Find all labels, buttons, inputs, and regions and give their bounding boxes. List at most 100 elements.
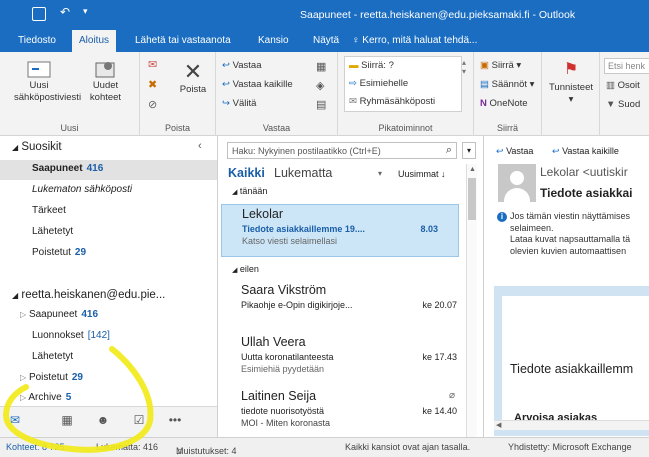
sort-button[interactable]: Uusimmat ↓ bbox=[398, 169, 446, 179]
arrow-envelope-icon: ⇨ bbox=[349, 78, 357, 89]
quick-step-team-email[interactable]: ✉ Ryhmäsähköposti bbox=[349, 96, 435, 108]
reply-all-button[interactable]: ↩ Vastaa kaikille bbox=[222, 79, 293, 91]
window-title: Saapuneet - reetta.heiskanen@edu.pieksam… bbox=[300, 9, 576, 21]
message-date: 8.03 bbox=[420, 224, 438, 234]
email-body-content: Tiedote asiakkaillemm Arvoisa asiakas bbox=[502, 296, 649, 426]
collapse-triangle-icon: ◢ bbox=[232, 189, 238, 196]
filter-dropdown-icon[interactable]: ▾ bbox=[378, 169, 382, 178]
message-sender: Ullah Veera bbox=[241, 335, 306, 349]
message-subject: Tiedote asiakkaillemme 19.... bbox=[242, 224, 365, 234]
group-label-new: Uusi bbox=[60, 123, 79, 133]
message-sender: Saara Vikström bbox=[241, 283, 327, 297]
group-label-respond: Vastaa bbox=[262, 123, 291, 133]
tab-file[interactable]: Tiedosto bbox=[18, 35, 56, 46]
collapse-pane-icon[interactable]: ‹ bbox=[198, 140, 202, 152]
message-preview: Katso viesti selaimellasi bbox=[242, 236, 338, 246]
group-header-today[interactable]: ◢ tänään bbox=[232, 186, 267, 196]
new-email-button[interactable]: Uusi sähköpostiviesti bbox=[14, 58, 81, 104]
fav-item-unread[interactable]: Lukematon sähköposti bbox=[0, 181, 217, 201]
address-book-icon: ▥ bbox=[606, 80, 615, 91]
delete-button[interactable]: ✕ Poista bbox=[174, 60, 212, 96]
outlook-app-icon[interactable] bbox=[32, 7, 46, 21]
cleanup-icon[interactable]: ✖ bbox=[148, 78, 157, 91]
new-items-button[interactable]: Uudet kohteet bbox=[78, 58, 133, 104]
folder-icon: ▬ bbox=[349, 60, 359, 71]
quick-steps-gallery: ▬ Siirrä: ? ⇨ Esimiehelle ✉ Ryhmäsähköpo… bbox=[344, 56, 462, 112]
list-item[interactable]: Ullah Veera Uutta koronatilanteesta Esim… bbox=[221, 333, 459, 385]
fav-item-important[interactable]: Tärkeet bbox=[0, 202, 217, 222]
tags-button[interactable]: ⚑ Tunnisteet ▾ bbox=[544, 58, 598, 106]
status-sync: Kaikki kansiot ovat ajan tasalla. bbox=[345, 442, 471, 452]
im-icon[interactable]: ◈ bbox=[316, 79, 324, 92]
rules-button[interactable]: ▤ Säännöt ▾ bbox=[480, 79, 534, 91]
reading-reply-button[interactable]: ↩ Vastaa bbox=[496, 146, 533, 157]
scroll-left-icon[interactable]: ◀ bbox=[496, 421, 501, 429]
message-date: ke 14.40 bbox=[422, 406, 457, 416]
expand-triangle-icon: ▷ bbox=[20, 310, 27, 319]
sort-arrow-icon: ↓ bbox=[441, 169, 446, 179]
sender-avatar bbox=[498, 164, 536, 202]
meeting-icon[interactable]: ▦ bbox=[316, 60, 326, 73]
group-header-yesterday[interactable]: ◢ eilen bbox=[232, 264, 259, 274]
fav-item-inbox[interactable]: Saapuneet 416 bbox=[0, 160, 217, 180]
email-body-frame: Tiedote asiakkaillemm Arvoisa asiakas bbox=[494, 286, 649, 436]
tab-home[interactable]: Aloitus bbox=[72, 30, 117, 52]
tab-send-receive[interactable]: Lähetä tai vastaanota bbox=[135, 35, 231, 46]
filter-all-tab[interactable]: Kaikki bbox=[228, 166, 265, 180]
onenote-button[interactable]: N OneNote bbox=[480, 98, 528, 110]
message-date: ke 20.07 bbox=[422, 300, 457, 310]
search-icon: ⌕ bbox=[445, 144, 452, 156]
filter-unread-tab[interactable]: Lukematta bbox=[274, 166, 332, 180]
ribbon-group-tags: ⚑ Tunnisteet ▾ bbox=[542, 52, 600, 136]
new-items-icon bbox=[95, 62, 114, 78]
scroll-thumb[interactable] bbox=[468, 178, 476, 220]
quick-access-dropdown-icon[interactable]: ▾ bbox=[83, 6, 88, 17]
download-images-infobar[interactable]: Jos tämän viestin näyttämises selaimeen.… bbox=[510, 211, 630, 257]
search-input[interactable]: Haku: Nykyinen postilaatikko (Ctrl+E) ⌕ bbox=[227, 142, 457, 159]
search-scope-dropdown-icon[interactable]: ▾ bbox=[462, 142, 476, 159]
ribbon: Uusi sähköpostiviesti Uudet kohteet Uusi… bbox=[0, 52, 649, 136]
highlight-stroke bbox=[2, 346, 154, 453]
reading-hscrollbar[interactable]: ◀ bbox=[494, 420, 649, 430]
ribbon-group-new: Uusi sähköpostiviesti Uudet kohteet Uusi bbox=[0, 52, 140, 136]
undo-icon[interactable]: ↶ bbox=[60, 5, 70, 19]
search-people-input[interactable]: Etsi henk bbox=[604, 58, 649, 74]
message-sender: Lekolar bbox=[242, 207, 283, 221]
info-icon: i bbox=[497, 212, 507, 222]
message-list-scrollbar[interactable]: ▲ bbox=[466, 164, 477, 437]
tell-me-box[interactable]: ♀ Kerro, mitä haluat tehdä... bbox=[352, 35, 477, 46]
forward-button[interactable]: ↪ Välitä bbox=[222, 98, 256, 110]
body-title: Tiedote asiakkaillemm bbox=[510, 362, 634, 376]
acc-item-inbox[interactable]: ▷ Saapuneet 416 bbox=[0, 306, 217, 326]
account-header[interactable]: ◢ reetta.heiskanen@edu.pie... bbox=[0, 286, 217, 306]
reading-from: Lekolar <uutiskir bbox=[540, 165, 628, 179]
status-connection: Yhdistetty: Microsoft Exchange bbox=[508, 442, 632, 452]
move-button[interactable]: ▣ Siirrä ▾ bbox=[480, 60, 521, 72]
reply-button[interactable]: ↩ Vastaa bbox=[222, 60, 261, 72]
tab-view[interactable]: Näytä bbox=[313, 35, 339, 46]
quick-step-manager[interactable]: ⇨ Esimiehelle bbox=[349, 78, 408, 90]
address-book-button[interactable]: ▥ Osoit bbox=[606, 80, 640, 92]
list-item[interactable]: Lekolar Tiedote asiakkaillemme 19.... Ka… bbox=[221, 204, 459, 257]
envelope-icon: ✉ bbox=[349, 96, 357, 107]
fav-item-sent[interactable]: Lähetetyt bbox=[0, 223, 217, 243]
message-preview: MOI - Miten koronasta bbox=[241, 418, 331, 428]
more-respond-icon[interactable]: ▤ bbox=[316, 98, 326, 111]
reply-icon: ↩ bbox=[222, 60, 230, 71]
tab-folder[interactable]: Kansio bbox=[258, 35, 289, 46]
filter-icon: ▼ bbox=[606, 99, 616, 110]
ribbon-group-respond: ↩ Vastaa ↩ Vastaa kaikille ↪ Välitä ▦ ◈ … bbox=[216, 52, 338, 136]
favorites-header[interactable]: ◢ Suosikit bbox=[0, 138, 217, 158]
collapse-triangle-icon: ◢ bbox=[12, 291, 19, 300]
reply-all-icon: ↩ bbox=[222, 79, 230, 90]
filter-email-button[interactable]: ▼ Suod bbox=[606, 99, 640, 111]
list-item[interactable]: Saara Vikström Pikaohje e-Opin digikirjo… bbox=[221, 281, 459, 331]
reading-reply-all-button[interactable]: ↩ Vastaa kaikille bbox=[552, 146, 619, 157]
ignore-icon[interactable]: ✉ bbox=[148, 58, 157, 71]
junk-icon[interactable]: ⊘ bbox=[148, 98, 157, 111]
quick-step-move[interactable]: ▬ Siirrä: ? bbox=[349, 60, 394, 72]
list-item[interactable]: Laitinen Seija ⌀ tiedote nuorisotyöstä M… bbox=[221, 387, 459, 437]
quick-steps-scroll-icon[interactable]: ▴ ▾ bbox=[462, 58, 466, 76]
scroll-up-icon[interactable]: ▲ bbox=[469, 166, 476, 173]
fav-item-deleted[interactable]: Poistetut 29 bbox=[0, 244, 217, 264]
